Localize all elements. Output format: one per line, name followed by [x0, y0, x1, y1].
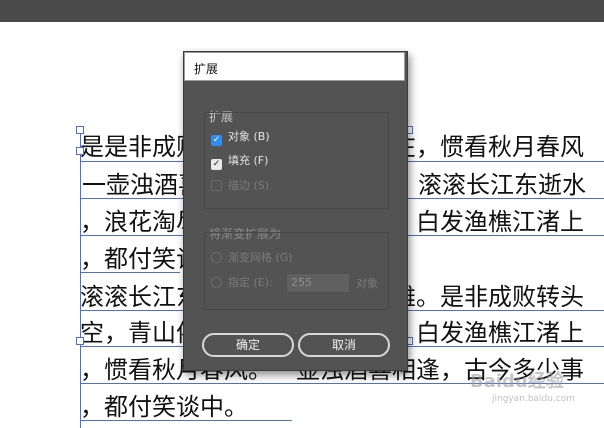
app-top-bar [0, 0, 604, 22]
specify-unit-label: 对象 [356, 277, 378, 290]
dialog-title: 扩展 [194, 62, 219, 76]
specify-label: 指定 (E): [228, 276, 273, 289]
object-checkbox[interactable]: ✓ 对象 (B) [211, 129, 270, 146]
checkmark-icon: ✓ [211, 159, 222, 170]
cancel-button[interactable]: 取消 [298, 333, 390, 357]
dialog-titlebar[interactable]: 扩展 [184, 52, 405, 81]
selection-baseline [80, 420, 292, 421]
object-checkbox-label: 对象 (B) [228, 130, 270, 143]
selection-handle[interactable] [76, 126, 84, 134]
stroke-checkbox-label: 描边 (S) [228, 179, 270, 192]
gradient-mesh-radio[interactable]: 渐变网格 (G) [211, 250, 293, 266]
watermark-logo: Baidu经验 [470, 371, 564, 392]
selection-handle[interactable] [76, 337, 84, 345]
selection-handle[interactable] [76, 147, 84, 155]
empty-checkbox-icon [211, 180, 222, 191]
text-line: ，都付笑谈中。 [80, 393, 248, 421]
radio-icon [211, 252, 222, 263]
selection-edge [80, 130, 81, 428]
selection-baseline [80, 272, 180, 273]
specify-objects-input[interactable]: 255 [286, 273, 350, 293]
stroke-checkbox[interactable]: 描边 (S) [211, 178, 269, 194]
radio-icon [211, 277, 222, 288]
checkmark-icon: ✓ [211, 135, 222, 146]
gradient-group [204, 232, 389, 310]
specify-radio[interactable]: 指定 (E): [211, 275, 273, 291]
gradient-mesh-label: 渐变网格 (G) [228, 251, 293, 264]
ok-button[interactable]: 确定 [202, 333, 294, 357]
fill-checkbox-label: 填充 (F) [228, 154, 269, 167]
expand-dialog: 扩展 扩展 ✓ 对象 (B) ✓ 填充 (F) 描边 (S) 将渐变扩展为 渐变网格… [183, 51, 408, 371]
fill-checkbox[interactable]: ✓ 填充 (F) [211, 153, 269, 170]
watermark-url: jingyan.baidu.com [492, 394, 576, 404]
